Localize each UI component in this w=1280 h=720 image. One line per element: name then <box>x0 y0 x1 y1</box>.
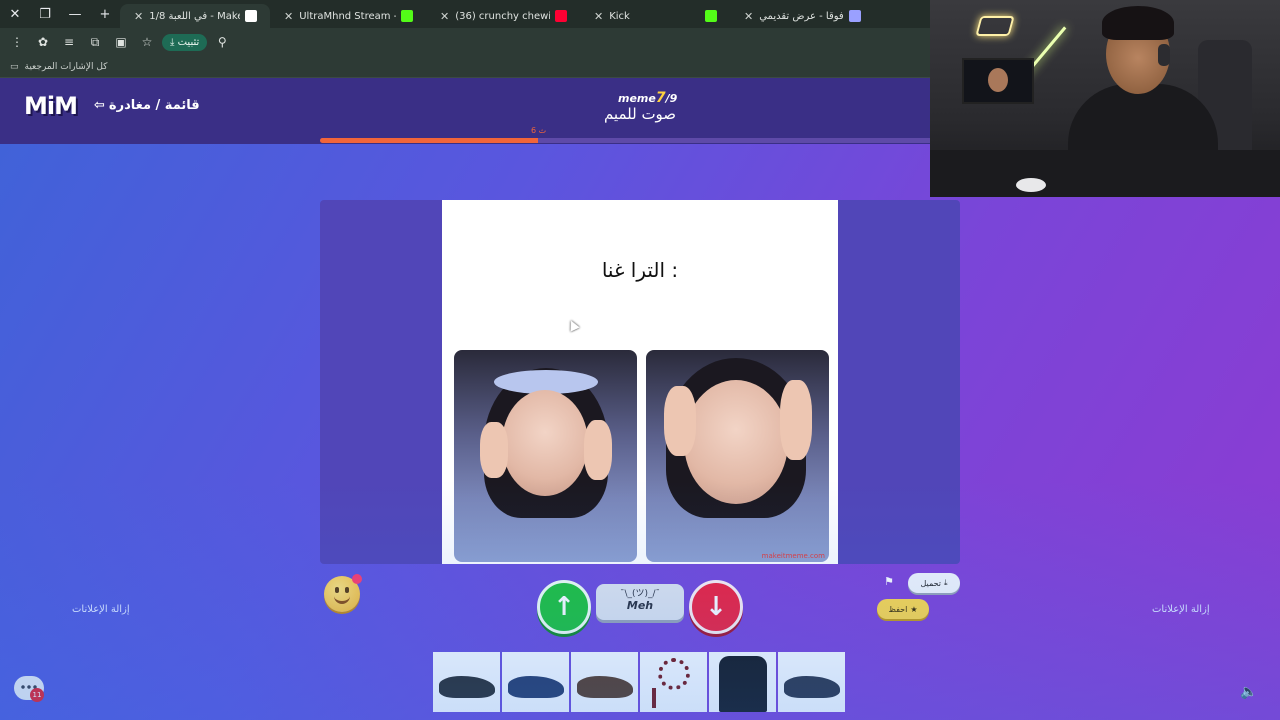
mode-title: صوت للميم <box>603 105 677 123</box>
round-counter: meme7/9 <box>618 90 677 106</box>
download-label: تحميل <box>920 578 941 588</box>
ad-item[interactable] <box>571 652 638 712</box>
menu-leave-label: قائمة / مغادرة <box>108 98 200 113</box>
close-icon[interactable]: ✕ <box>440 10 449 23</box>
tab-title: في اللعبة 1/8 - Make it Meme <box>149 10 240 22</box>
meme-image-right: makeitmeme.com <box>646 350 829 562</box>
star-icon: ★ <box>910 604 918 614</box>
report-flag-icon[interactable]: ⚑ <box>884 575 894 588</box>
timer-fill <box>320 138 538 143</box>
prayer-beads-image <box>658 658 690 690</box>
chat-unread-badge: 11 <box>30 688 44 702</box>
remove-ads-link-right[interactable]: إزالة الإعلانات <box>1152 604 1210 615</box>
round-unit: meme <box>618 92 656 105</box>
save-label: احفظ <box>888 604 908 614</box>
close-icon[interactable]: ✕ <box>594 10 603 23</box>
save-button[interactable]: احفظ ★ <box>877 599 929 619</box>
browser-toolbar: ⋮ ✿ ≡ ⧉ ▣ ☆ ⤓ تثبيت ⚲ <box>0 28 930 56</box>
meme-image-left <box>454 350 637 562</box>
tab-kick[interactable]: ✕ Kick <box>580 4 730 28</box>
tab-make-it-meme[interactable]: ✕ في اللعبة 1/8 - Make it Meme <box>120 4 270 28</box>
pin-icon: ⤓ <box>170 36 175 48</box>
tab-presentation[interactable]: ✕ فعاليه فوقا - عرض تقديمي <box>730 4 874 28</box>
all-bookmarks-link[interactable]: كل الإشارات المرجعية <box>25 62 108 72</box>
mim-favicon-icon <box>245 10 257 22</box>
pin-label: تثبيت <box>177 36 200 48</box>
shoe-image <box>508 676 564 698</box>
ad-banner[interactable] <box>433 652 847 714</box>
download-button[interactable]: تحميل ⤓ <box>908 573 960 593</box>
meme-caption: الترا غنا : <box>601 258 679 282</box>
speaker-icon[interactable]: 🔈 <box>1240 684 1257 700</box>
close-icon[interactable]: ✕ <box>284 10 293 23</box>
round-total: /9 <box>665 92 678 105</box>
kick-favicon-icon <box>401 10 413 22</box>
close-icon[interactable]: ✕ <box>134 10 143 23</box>
emoji-reaction-button[interactable] <box>324 574 362 612</box>
browser-tab-strip: ✕ ❐ — + ✕ في اللعبة 1/8 - Make it Meme ✕… <box>0 0 930 28</box>
meh-label: Meh <box>626 599 654 612</box>
shoe-image <box>577 676 633 698</box>
meh-button[interactable]: ¯\_(ツ)_/¯ Meh <box>596 584 684 620</box>
tab-title: (36) crunchy chewing sound eff <box>455 10 550 22</box>
bookmark-star-icon[interactable]: ☆ <box>136 31 158 53</box>
shrug-face: ¯\_(ツ)_/¯ <box>619 589 661 599</box>
arrow-up-icon: ↑ <box>553 592 575 622</box>
tab-crunchy-chewing[interactable]: ✕ (36) crunchy chewing sound eff <box>426 4 580 28</box>
ad-item[interactable] <box>709 652 776 712</box>
close-icon[interactable]: ✕ <box>744 10 753 23</box>
meme-watermark: makeitmeme.com <box>761 552 825 560</box>
extension-icon[interactable]: ✿ <box>32 31 54 53</box>
media-icon[interactable]: ▣ <box>110 31 132 53</box>
folder-icon: ▭ <box>10 61 19 72</box>
restore-window-icon[interactable]: ❐ <box>30 0 60 28</box>
mim-logo[interactable]: MiM <box>24 92 78 120</box>
ad-item[interactable] <box>433 652 500 712</box>
remove-ads-link-left[interactable]: إزالة الإعلانات <box>72 604 130 615</box>
ad-item[interactable] <box>640 652 707 712</box>
downvote-button[interactable]: ↓ <box>689 580 743 634</box>
streamer-webcam <box>930 0 1280 197</box>
new-tab-button[interactable]: + <box>90 0 120 28</box>
shoe-image <box>439 676 495 698</box>
exit-icon: ⇦ <box>94 98 105 113</box>
timer-label: 6 ث <box>531 126 547 135</box>
shoe-image <box>784 676 840 698</box>
shirt-image <box>719 656 767 712</box>
menu-dots-icon[interactable]: ⋮ <box>6 31 28 53</box>
timer-bar <box>320 138 960 143</box>
tab-title: فعاليه فوقا - عرض تقديمي <box>759 10 844 22</box>
heart-icon <box>352 574 362 584</box>
minimize-window-icon[interactable]: — <box>60 0 90 28</box>
site-settings-icon[interactable]: ⚲ <box>211 31 233 53</box>
round-current: 7 <box>655 90 666 106</box>
menu-leave-button[interactable]: ⇦ قائمة / مغادرة <box>94 98 200 113</box>
upvote-button[interactable]: ↑ <box>537 580 591 634</box>
kick-favicon-icon <box>705 10 717 22</box>
meme-card: الترا غنا : makeitmeme.com <box>442 200 838 564</box>
tab-ultramhnd-stream[interactable]: ✕ UltraMhnd Stream - Watch Live <box>270 4 426 28</box>
download-icon: ⤓ <box>943 578 948 587</box>
tab-title: UltraMhnd Stream - Watch Live <box>299 10 396 22</box>
close-window-icon[interactable]: ✕ <box>0 0 30 28</box>
puzzle-icon[interactable]: ⧉ <box>84 31 106 53</box>
pin-button[interactable]: ⤓ تثبيت <box>162 33 208 51</box>
youtube-favicon-icon <box>555 10 567 22</box>
bookmarks-bar: ▭ كل الإشارات المرجعية <box>0 56 930 78</box>
ad-item[interactable] <box>778 652 845 712</box>
arrow-down-icon: ↓ <box>705 592 727 622</box>
ad-item[interactable] <box>502 652 569 712</box>
reading-list-icon[interactable]: ≡ <box>58 31 80 53</box>
presentation-favicon-icon <box>849 10 861 22</box>
tab-title: Kick <box>609 10 630 22</box>
